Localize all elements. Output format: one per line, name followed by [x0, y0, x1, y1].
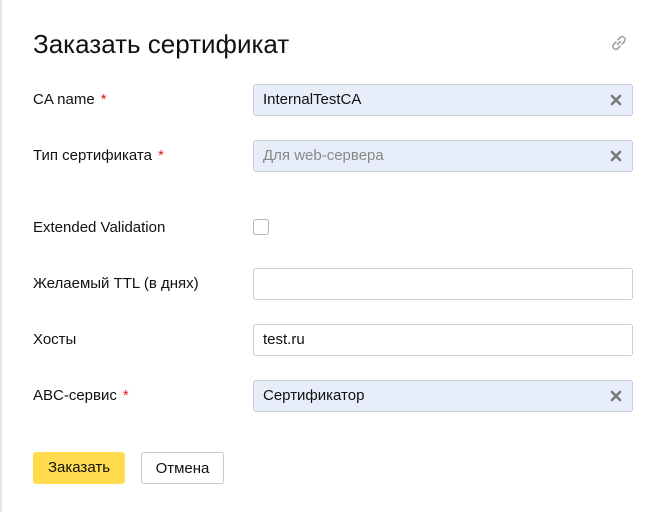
dialog-left-border [0, 0, 2, 512]
clear-icon[interactable] [609, 389, 623, 403]
cert-type-select[interactable]: Для web-сервера [253, 140, 633, 172]
ttl-label: Желаемый TTL (в днях) [33, 275, 199, 292]
ca-name-label-text: CA name [33, 91, 95, 108]
submit-button[interactable]: Заказать [33, 452, 125, 484]
cert-type-label: Тип сертификата * [33, 140, 164, 172]
link-icon[interactable] [607, 31, 631, 55]
extended-validation-label: Extended Validation [33, 219, 166, 236]
required-mark: * [157, 147, 164, 164]
dialog-title: Заказать сертификат [33, 29, 290, 59]
hosts-input[interactable]: test.ru [253, 324, 633, 356]
extended-validation-checkbox[interactable] [253, 219, 269, 235]
hosts-row: Хосты test.ru [33, 324, 633, 356]
abc-service-row: ABC-сервис * Сертификатор [33, 380, 633, 412]
clear-icon[interactable] [609, 149, 623, 163]
abc-service-select[interactable]: Сертификатор [253, 380, 633, 412]
required-mark: * [100, 91, 107, 108]
abc-service-label-text: ABC-сервис [33, 387, 117, 404]
ca-name-select[interactable]: InternalTestCA [253, 84, 633, 116]
cert-type-label-text: Тип сертификата [33, 147, 152, 164]
hosts-label: Хосты [33, 331, 77, 348]
extended-validation-row: Extended Validation [33, 212, 633, 244]
ca-name-label: CA name * [33, 84, 107, 116]
clear-icon[interactable] [609, 93, 623, 107]
abc-service-label: ABC-сервис * [33, 380, 129, 412]
cert-type-row: Тип сертификата * Для web-сервера [33, 140, 633, 172]
required-mark: * [122, 387, 129, 404]
abc-service-value: Сертификатор [263, 387, 365, 404]
ttl-row: Желаемый TTL (в днях) [33, 268, 633, 300]
ca-name-value: InternalTestCA [263, 91, 362, 108]
hosts-value: test.ru [263, 331, 305, 348]
ttl-input[interactable] [253, 268, 633, 300]
cancel-button[interactable]: Отмена [141, 452, 224, 484]
cert-type-placeholder: Для web-сервера [263, 147, 384, 164]
ca-name-row: CA name * InternalTestCA [33, 84, 633, 116]
